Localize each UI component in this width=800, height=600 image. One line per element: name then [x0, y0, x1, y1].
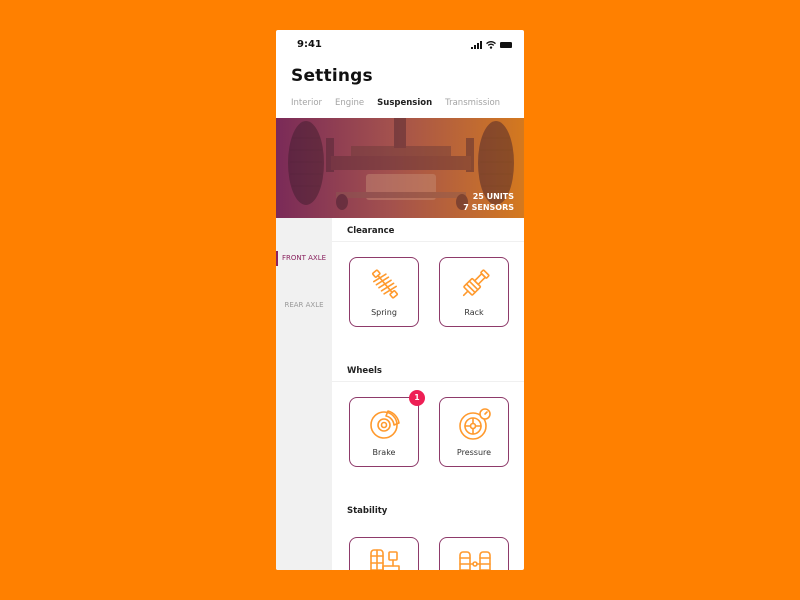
status-time: 9:41 [297, 39, 322, 50]
card-label: Rack [464, 308, 484, 317]
tire-pressure-icon [459, 408, 491, 440]
signal-icon [471, 41, 482, 49]
card-spring[interactable]: Spring [349, 257, 419, 327]
sidebar-item-front-axle[interactable]: FRONT AXLE [276, 251, 332, 266]
axle-sidebar: FRONT AXLE REAR AXLE [276, 218, 332, 570]
suspension-hero-banner: 25 UNITS 7 SENSORS [276, 118, 524, 218]
battery-icon [500, 42, 512, 48]
tab-suspension[interactable]: Suspension [377, 98, 432, 108]
phone-screen: 9:41 Settings Interior Engine Suspension… [276, 30, 524, 570]
card-axle-link[interactable] [439, 537, 509, 570]
spring-icon [372, 269, 398, 299]
card-rack[interactable]: Rack [439, 257, 509, 327]
card-label: Spring [371, 308, 397, 317]
card-brake[interactable]: Brake 1 [349, 390, 425, 467]
status-bar: 9:41 [276, 30, 524, 60]
wifi-icon [486, 41, 496, 49]
section-title-clearance: Clearance [347, 226, 395, 236]
sidebar-item-rear-axle[interactable]: REAR AXLE [276, 301, 332, 309]
units-count: 25 UNITS [472, 192, 514, 201]
page-title: Settings [291, 66, 373, 86]
hero-stats: 25 UNITS 7 SENSORS [463, 191, 514, 213]
tab-engine[interactable]: Engine [335, 98, 364, 108]
axle-link-icon [459, 551, 491, 570]
section-divider [332, 381, 524, 382]
section-title-stability: Stability [347, 506, 388, 516]
section-title-wheels: Wheels [347, 366, 382, 376]
card-stabilizer[interactable] [349, 537, 419, 570]
notification-badge: 1 [409, 390, 425, 406]
tab-transmission[interactable]: Transmission [445, 98, 500, 108]
card-label: Brake [372, 448, 396, 457]
stabilizer-icon [370, 549, 400, 570]
status-icons [471, 41, 512, 49]
category-tabs: Interior Engine Suspension Transmission [291, 98, 513, 108]
rack-icon [462, 269, 490, 297]
section-divider [332, 241, 524, 242]
tab-interior[interactable]: Interior [291, 98, 322, 108]
sensors-count: 7 SENSORS [463, 203, 514, 212]
card-pressure[interactable]: Pressure [439, 397, 509, 467]
settings-content: Clearance Spring Rack Wheels Brake 1 Pre… [332, 218, 524, 570]
card-label: Pressure [456, 448, 492, 457]
brake-disc-icon [370, 410, 400, 439]
